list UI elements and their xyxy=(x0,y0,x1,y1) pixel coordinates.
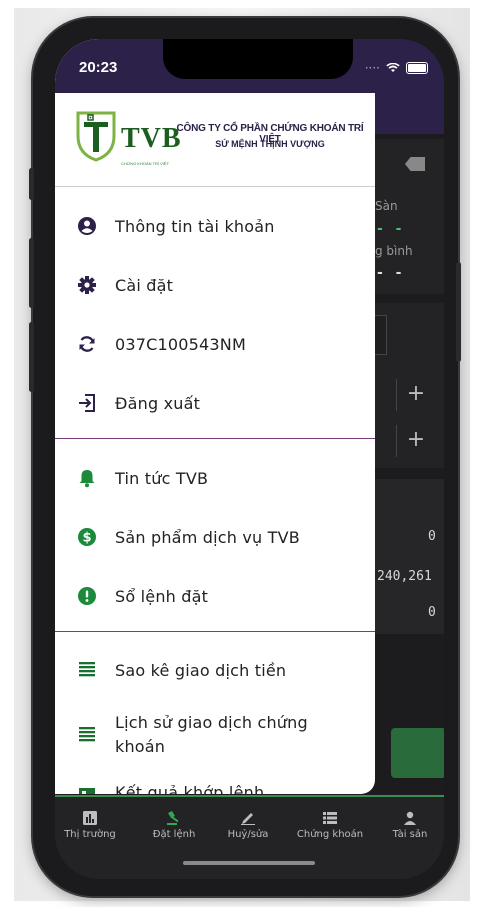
logout-icon xyxy=(77,393,97,413)
report-icon xyxy=(77,786,97,794)
menu-item-stock-history[interactable]: Lịch sử giao dịch chứng khoán xyxy=(55,704,375,766)
menu-divider xyxy=(55,631,375,632)
bottom-tab-bar: Thị trường Đặt lệnh Huỷ/sửa Chứng khoán … xyxy=(55,795,444,879)
floor-value: - - xyxy=(377,221,406,237)
battery-icon xyxy=(406,62,428,74)
stock-list-icon xyxy=(323,812,337,824)
status-icons: ···· xyxy=(365,61,428,75)
tab-cancel-edit-label: Huỷ/sửa xyxy=(227,829,269,840)
tab-assets-label: Tài sản xyxy=(392,829,428,840)
notch xyxy=(163,39,353,79)
home-indicator[interactable] xyxy=(183,861,315,865)
menu-item-account-info[interactable]: Thông tin tài khoản xyxy=(55,201,375,251)
sync-icon xyxy=(77,334,97,354)
floor-label: Sàn xyxy=(375,199,398,213)
svg-text:$: $ xyxy=(82,531,91,546)
account-circle-icon xyxy=(77,216,97,236)
volume-down-button xyxy=(29,322,34,392)
place-order-button[interactable] xyxy=(391,728,444,778)
company-slogan: SỨ MỆNH THỊNH VƯỢNG xyxy=(215,139,325,149)
average-label: g bình xyxy=(375,244,413,258)
tab-cancel-edit[interactable]: Huỷ/sửa xyxy=(213,811,283,840)
volume-up-button xyxy=(29,238,34,308)
gear-icon xyxy=(77,275,97,295)
brand-header: TVB CHỨNG KHOÁN TRÍ VIỆT CÔNG TY CỔ PHẦN… xyxy=(55,93,375,187)
menu-item-label: Đăng xuất xyxy=(115,393,201,413)
menu-item-tvb-products[interactable]: $ Sản phẩm dịch vụ TVB xyxy=(55,512,375,562)
tvb-logo-icon xyxy=(76,111,116,162)
power-button xyxy=(456,262,461,362)
menu-item-settings[interactable]: Cài đặt xyxy=(55,260,375,310)
tab-place-order[interactable]: Đặt lệnh xyxy=(139,811,209,840)
tab-market[interactable]: Thị trường xyxy=(55,811,125,840)
tab-market-label: Thị trường xyxy=(64,829,116,840)
price-plus-button[interactable]: + xyxy=(396,379,435,411)
summary-value-3: 0 xyxy=(428,605,436,620)
menu-item-label: Sao kê giao dịch tiền xyxy=(115,660,287,680)
dollar-circle-icon: $ xyxy=(77,527,97,547)
menu-item-cash-statement[interactable]: Sao kê giao dịch tiền xyxy=(55,645,375,695)
menu-item-tvb-news[interactable]: Tin tức TVB xyxy=(55,453,375,503)
person-icon xyxy=(404,811,416,825)
phone-screen: ···· Sàn - - g bình - - + + 0 240,261 0 … xyxy=(55,39,444,879)
mute-switch xyxy=(29,168,34,200)
menu-item-label: Kết quả khớp lệnh xyxy=(115,783,265,794)
menu-item-order-book[interactable]: Sổ lệnh đặt xyxy=(55,571,375,621)
summary-value-1: 0 xyxy=(428,529,436,544)
menu-item-logout[interactable]: Đăng xuất xyxy=(55,378,375,428)
navigation-drawer: 20:23 TVB CHỨNG KHOÁN TRÍ VIỆT CÔNG TY C… xyxy=(55,39,375,794)
gavel-icon xyxy=(167,811,179,825)
tab-securities-label: Chứng khoán xyxy=(296,829,364,840)
alert-circle-icon xyxy=(77,586,97,606)
average-value: - - xyxy=(377,265,406,281)
bell-icon xyxy=(77,468,97,488)
menu-item-label: Sổ lệnh đặt xyxy=(115,586,209,606)
summary-value-2: 240,261 xyxy=(377,569,432,584)
menu-item-match-results[interactable]: Kết quả khớp lệnh xyxy=(55,774,375,794)
tab-securities[interactable]: Chứng khoán xyxy=(295,811,365,840)
logo-text: TVB xyxy=(121,123,182,154)
quantity-plus-button[interactable]: + xyxy=(396,425,435,457)
wifi-icon xyxy=(386,63,400,72)
signal-icon: ···· xyxy=(364,61,380,75)
menu-item-label: Tin tức TVB xyxy=(115,468,209,488)
edit-icon xyxy=(241,813,255,825)
menu-item-label: Thông tin tài khoản xyxy=(115,216,275,236)
market-chart-icon xyxy=(83,811,97,825)
tab-assets[interactable]: Tài sản xyxy=(375,811,444,840)
status-time: 20:23 xyxy=(79,59,118,76)
list-icon xyxy=(77,725,97,745)
menu-item-label: Sản phẩm dịch vụ TVB xyxy=(115,527,300,547)
list-icon xyxy=(77,660,97,680)
menu-divider xyxy=(55,438,375,439)
tab-place-order-label: Đặt lệnh xyxy=(152,829,196,840)
menu-item-label: 037C100543NM xyxy=(115,334,246,354)
menu-item-switch-account[interactable]: 037C100543NM xyxy=(55,319,375,369)
logo-subtext: CHỨNG KHOÁN TRÍ VIỆT xyxy=(121,161,170,166)
menu-item-label: Lịch sử giao dịch chứng khoán xyxy=(115,713,308,756)
menu-item-label: Cài đặt xyxy=(115,275,174,295)
